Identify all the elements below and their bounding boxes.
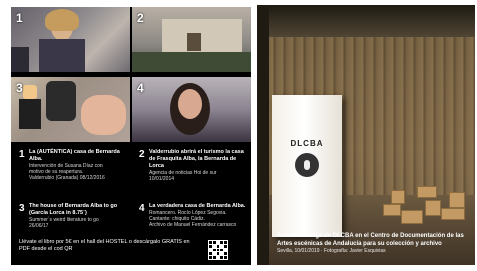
item-title: La verdadera casa de Bernarda Alba.: [149, 203, 246, 209]
item-number: 3: [19, 203, 25, 214]
tile-1-photo: 1: [11, 7, 130, 72]
item-title: La (AUTÉNTICA) casa de Bernarda Alba.: [29, 149, 120, 162]
item-subtitle: Agencia de noticias Hoi de sur 10/01/201…: [149, 170, 217, 182]
figure-body: [19, 99, 41, 129]
item-3: 3 The house of Bernarda Alba to go (Garc…: [19, 203, 131, 229]
item-title: The house of Bernarda Alba to go (García…: [29, 203, 118, 216]
item-subtitle: Romancero. Rocío López Segovia. Cantante…: [149, 210, 237, 228]
book: DLCBA: [272, 95, 342, 237]
book-photo: DLCBA Acto de entrega de DLCBA en el Cen…: [257, 5, 475, 265]
item-number: 1: [19, 149, 25, 160]
promo-text: Llévate el libro por 5€ en el hall del H…: [19, 239, 190, 252]
page: 1 2 3 4 1 La (AUTÉNTICA) casa de Bernard…: [0, 0, 477, 271]
tile-4-photo: 4: [132, 77, 251, 142]
figure-head: [23, 85, 37, 99]
tile-number: 2: [137, 11, 144, 25]
item-4: 4 La verdadera casa de Bernarda Alba. Ro…: [139, 203, 251, 228]
shelf-top: [257, 5, 475, 37]
item-number: 2: [139, 149, 145, 160]
item-2: 2 Valderrubio abrirá el turismo la casa …: [139, 149, 251, 182]
item-number: 4: [139, 203, 145, 214]
collage-panel: 1 2 3 4 1 La (AUTÉNTICA) casa de Bernard…: [11, 7, 251, 265]
tile-number: 3: [16, 81, 23, 95]
wooden-blocks: [377, 180, 475, 230]
caption-subtitle: Sevilla, 10/01/2019 · Fotografía: Javier…: [277, 248, 386, 254]
photo-caption: Acto de entrega de DLCBA en el Centro de…: [277, 232, 473, 255]
shelf-side: [257, 5, 269, 265]
tile-3-photo: 3: [11, 77, 130, 142]
tile-number: 1: [16, 11, 23, 25]
caption-title: Acto de entrega de DLCBA en el Centro de…: [277, 233, 464, 247]
man-shoulder: [11, 47, 29, 72]
item-1: 1 La (AUTÉNTICA) casa de Bernarda Alba. …: [19, 149, 131, 181]
figure-hat: [46, 81, 76, 121]
greenery: [132, 52, 251, 72]
book-title: DLCBA: [290, 139, 324, 148]
tile-2-photo: 2: [132, 7, 251, 72]
woman-hair: [45, 9, 79, 31]
house-door: [187, 33, 201, 51]
hand: [81, 95, 126, 135]
tile-number: 4: [137, 81, 144, 95]
singer-face: [178, 89, 202, 119]
woman-jacket: [39, 39, 85, 72]
item-subtitle: Intervención de Susana Díaz con motivo d…: [29, 163, 105, 181]
qr-code[interactable]: [208, 240, 228, 260]
book-logo-icon: [295, 153, 319, 177]
item-subtitle: Summer´s weird literature to go 26/06/17: [29, 217, 99, 229]
item-title: Valderrubio abrirá el turismo la casa de…: [149, 149, 244, 169]
